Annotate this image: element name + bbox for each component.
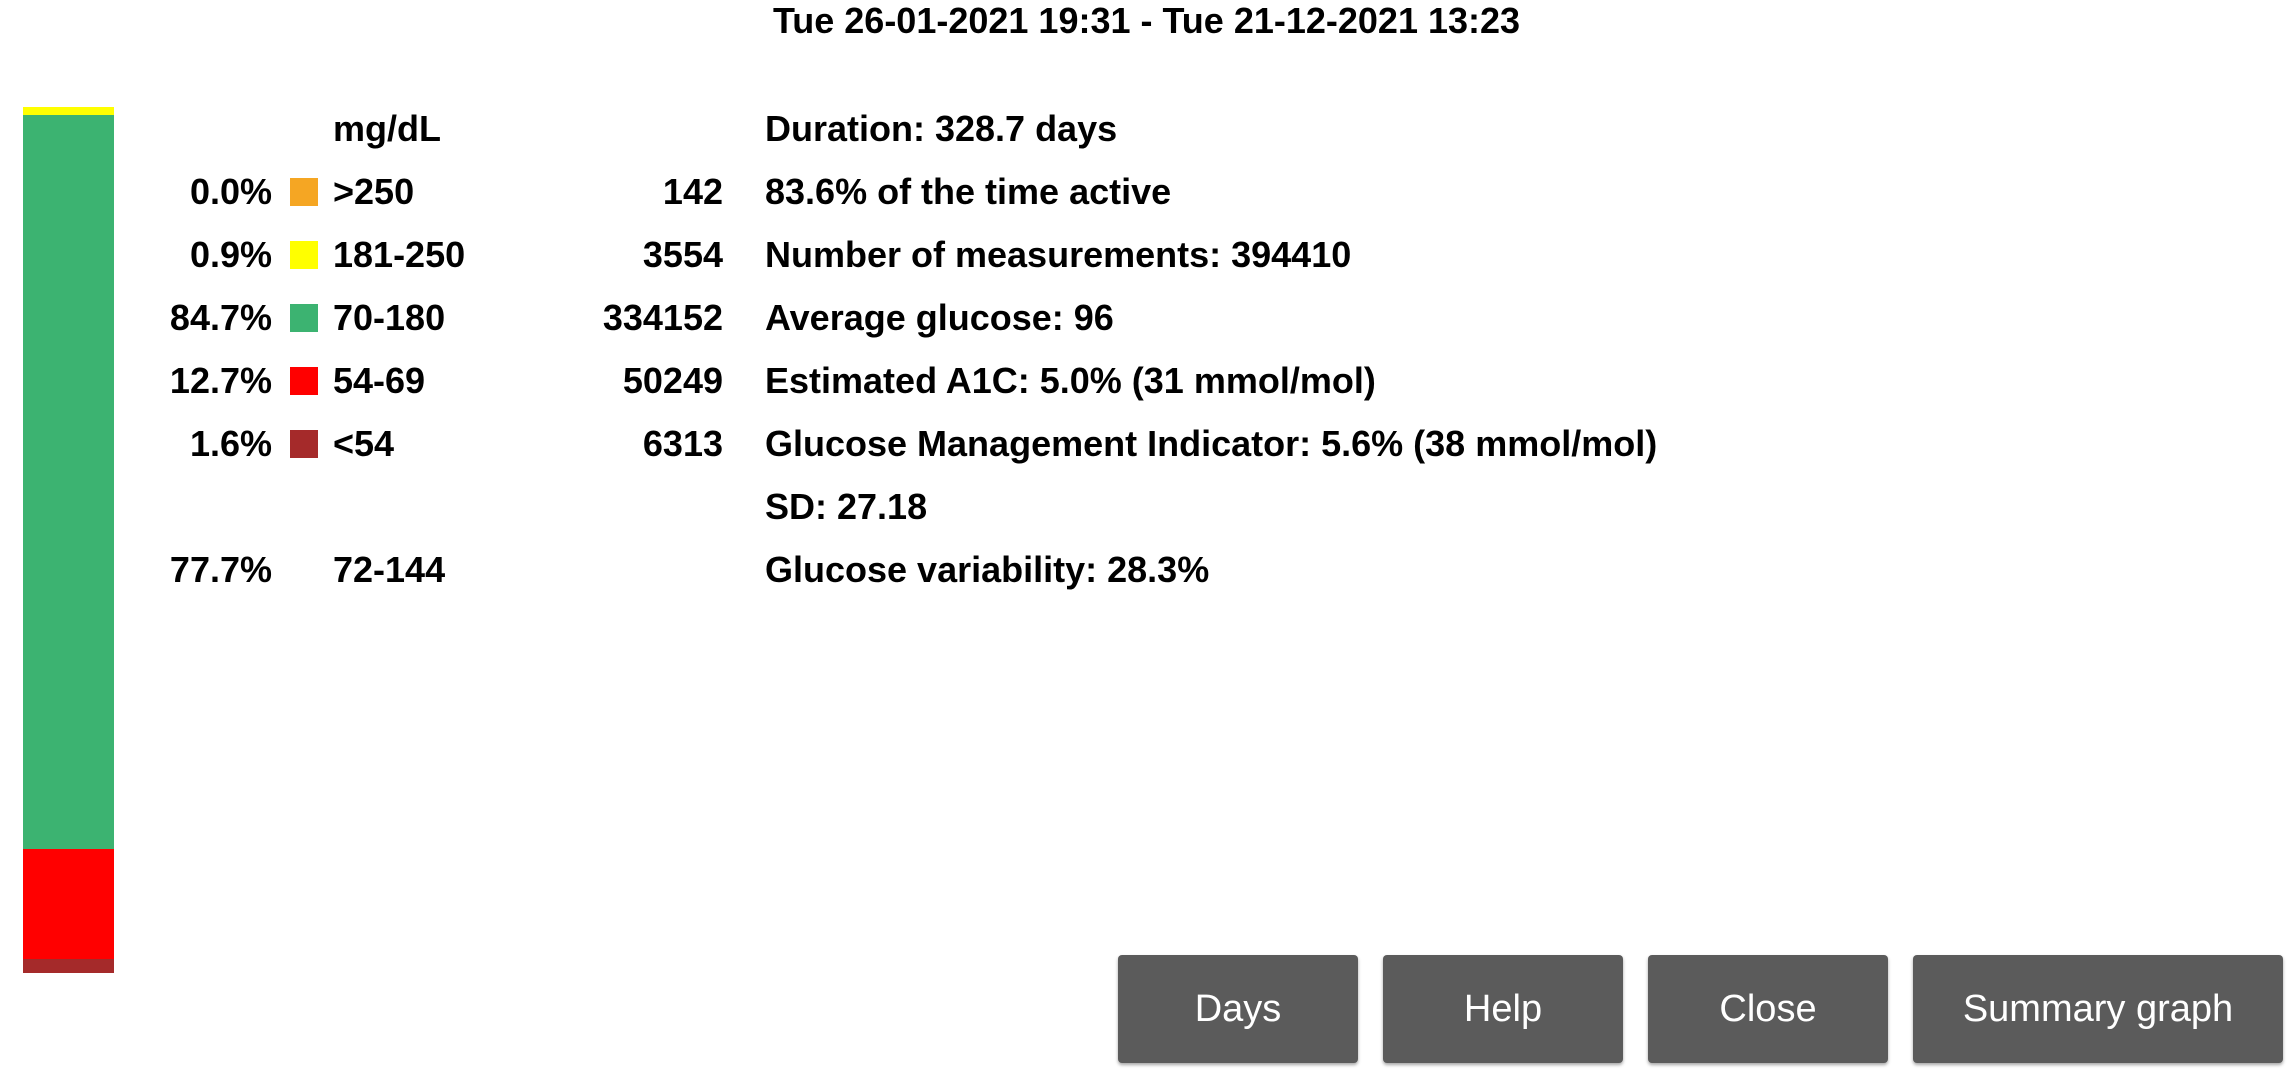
summary-graph-button[interactable]: Summary graph [1913,955,2283,1063]
range-label: 181-250 [333,234,466,275]
sd-stat: SD: 27.18 [765,486,928,527]
range-label: 70-180 [333,297,446,338]
range-bar-segment [23,849,114,960]
range-percentage: 84.7% [169,297,272,338]
range-count: 6313 [642,423,723,464]
action-buttons: Days Help Close Summary graph [1118,955,2283,1063]
range-percentage: 12.7% [169,360,272,401]
yellow-swatch [290,241,318,269]
red-swatch [290,367,318,395]
range-count: 334152 [602,297,723,338]
statistics-screen: Tue 26-01-2021 19:31 - Tue 21-12-2021 13… [0,0,2293,1080]
green-swatch [290,304,318,332]
days-button[interactable]: Days [1118,955,1358,1063]
range-label: <54 [333,423,395,464]
range-bar-segment [23,107,114,115]
time-active-stat: 83.6% of the time active [765,171,1172,212]
range-label: >250 [333,171,415,212]
tight-range-label: 72-144 [333,549,446,590]
dark-red-swatch [290,430,318,458]
orange-swatch [290,178,318,206]
range-bar-segment [23,114,114,850]
range-count: 3554 [642,234,723,275]
range-count: 142 [662,171,723,212]
measurements-stat: Number of measurements: 394410 [765,234,1352,275]
range-label: 54-69 [333,360,426,401]
date-range-title: Tue 26-01-2021 19:31 - Tue 21-12-2021 13… [772,0,1521,41]
range-count: 50249 [622,360,723,401]
estimated-a1c-stat: Estimated A1C: 5.0% (31 mmol/mol) [765,360,1376,401]
range-percentage: 0.9% [189,234,272,275]
gmi-stat: Glucose Management Indicator: 5.6% (38 m… [765,423,1658,464]
glucose-variability-stat: Glucose variability: 28.3% [765,549,1210,590]
range-percentage: 1.6% [189,423,272,464]
average-glucose-stat: Average glucose: 96 [765,297,1114,338]
range-percentage: 0.0% [189,171,272,212]
close-button[interactable]: Close [1648,955,1888,1063]
range-bar-segment [23,959,114,973]
duration-stat: Duration: 328.7 days [765,108,1118,149]
tight-range-percentage: 77.7% [169,549,272,590]
unit-label: mg/dL [333,108,441,149]
help-button[interactable]: Help [1383,955,1623,1063]
